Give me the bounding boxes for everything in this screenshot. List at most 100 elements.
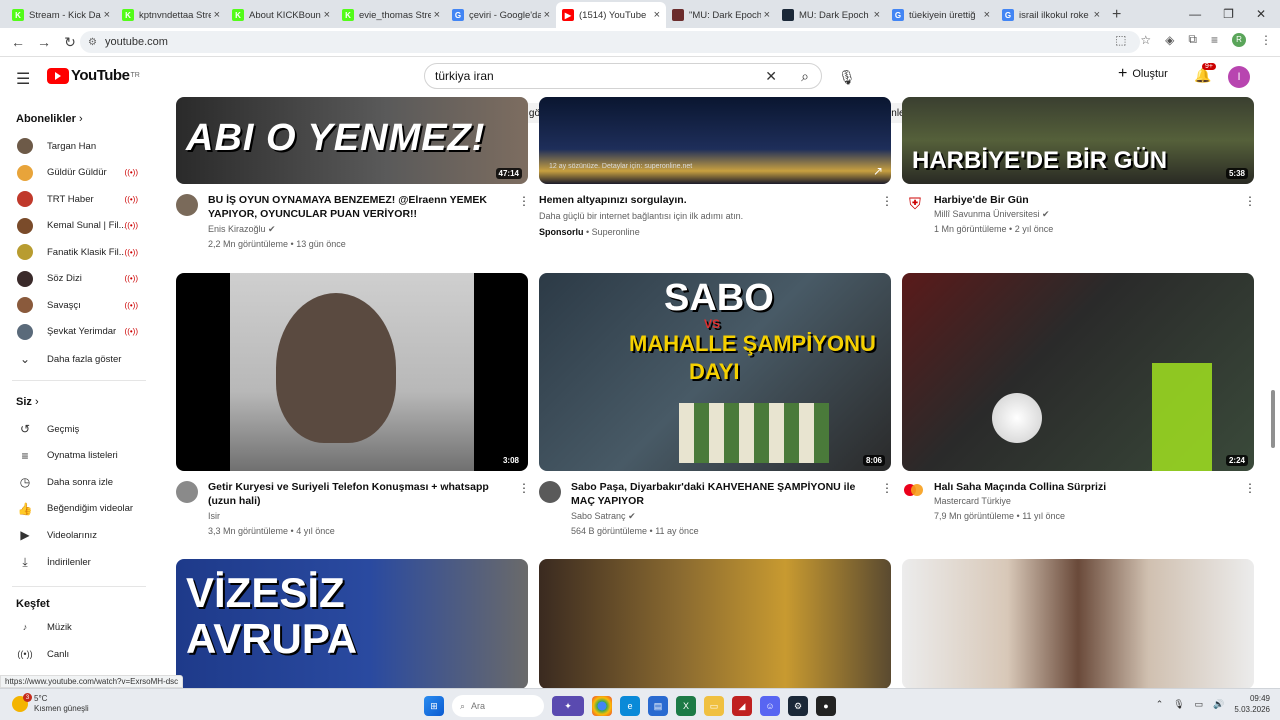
more-options-icon[interactable]: ⋮ [881, 194, 893, 208]
chrome-icon[interactable] [592, 696, 612, 716]
channel-avatar[interactable]: ⛨ [904, 194, 926, 216]
search-input[interactable]: türkiya iran ✕ ⌕ [424, 63, 822, 89]
reload-icon[interactable]: ↻ [58, 34, 82, 51]
browser-menu-icon[interactable]: ⋮ [1260, 33, 1272, 47]
browser-tab[interactable]: MU: Dark Epoch on× [776, 2, 886, 28]
clock[interactable]: 09:49 5.03.2026 [1234, 693, 1270, 715]
forward-icon[interactable]: → [32, 34, 56, 50]
more-options-icon[interactable]: ⋮ [518, 481, 530, 495]
mastercard-logo-icon[interactable] [904, 484, 924, 496]
sidebar-item-thumb-up[interactable]: 👍 Beğendiğim videolar [0, 496, 160, 522]
close-tab-icon[interactable]: × [434, 9, 440, 21]
close-tab-icon[interactable]: × [764, 9, 770, 21]
maximize-icon[interactable]: ❐ [1223, 7, 1234, 21]
back-icon[interactable]: ← [6, 34, 30, 50]
sidebar-item-subscription[interactable]: Güldür Güldür ((•)) [0, 160, 160, 186]
sidebar-item-live[interactable]: ((•)) Canlı [0, 641, 160, 667]
browser-tab[interactable]: Gtüekiyein ürettiğ × [886, 2, 996, 28]
channel-avatar[interactable] [176, 194, 198, 216]
search-icon[interactable]: ⌕ [801, 68, 809, 85]
sidebar-item-playlist[interactable]: ≡ Oynatma listeleri [0, 443, 160, 469]
sidebar-item-subscription[interactable]: Kemal Sunal | Fil... ((•)) [0, 213, 160, 239]
channel-avatar[interactable] [176, 481, 198, 503]
sidebar-item-subscription[interactable]: Fanatik Klasik Fil... ((•)) [0, 239, 160, 265]
video-title[interactable]: Halı Saha Maçında Collina Sürprizi [934, 480, 1234, 494]
new-tab-icon[interactable]: + [1112, 6, 1121, 24]
sidebar-item-subscription[interactable]: Targan Han [0, 133, 160, 159]
video-title[interactable]: BU İŞ OYUN OYNAMAYA BENZEMEZ! @Elraenn Y… [208, 193, 508, 221]
profile-icon[interactable]: R [1232, 32, 1246, 47]
youtube-logo[interactable]: YouTube TR [47, 67, 140, 84]
video-title[interactable]: Harbiye'de Bir Gün [934, 193, 1234, 207]
menu-icon[interactable]: ☰ [16, 69, 30, 89]
microphone-icon[interactable]: 🎙 [1173, 699, 1184, 710]
sidebar-item-subscription[interactable]: TRT Haber ((•)) [0, 186, 160, 212]
ad-thumbnail[interactable]: 12 ay sözünüze. Detaylar için: superonli… [539, 97, 891, 184]
channel-name[interactable]: Sabo Satranç ✔ [571, 511, 636, 522]
subscriptions-heading[interactable]: Abonelikler › [16, 113, 83, 125]
browser-tab[interactable]: K About KICKBounty × [226, 2, 336, 28]
sidebar-item-video[interactable]: ▶ Videolarınız [0, 522, 160, 548]
browser-tab[interactable]: Gisrail ilkokul roke × [996, 2, 1106, 28]
channel-name[interactable]: Mastercard Türkiye [934, 496, 1011, 506]
minimize-icon[interactable]: — [1189, 7, 1201, 21]
sidebar-item-music[interactable]: ♪ Müzik [0, 614, 160, 640]
video-thumbnail[interactable]: ABI O YENMEZ! 47:14 [176, 97, 528, 184]
browser-tab[interactable]: K Stream - Kick Da × [6, 2, 116, 28]
close-tab-icon[interactable]: × [544, 9, 550, 21]
browser-tab[interactable]: Kevie_thomas Stre × [336, 2, 446, 28]
folder-icon[interactable]: ▭ [704, 696, 724, 716]
widgets-icon[interactable]: ✦ [552, 696, 584, 716]
bookmark-star-icon[interactable]: ☆ [1140, 33, 1151, 47]
video-thumbnail[interactable] [902, 559, 1254, 689]
channel-name[interactable]: Isir [208, 511, 220, 521]
steam-icon[interactable]: ⚙ [788, 696, 808, 716]
notifications-button[interactable]: 🔔 9+ [1194, 63, 1216, 84]
more-options-icon[interactable]: ⋮ [518, 194, 530, 208]
video-thumbnail[interactable]: SABO VS MAHALLE ŞAMPİYONU DAYI 8:06 [539, 273, 891, 471]
video-thumbnail[interactable]: 3:08 [176, 273, 528, 471]
edge-icon[interactable]: e [620, 696, 640, 716]
more-options-icon[interactable]: ⋮ [881, 481, 893, 495]
video-title[interactable]: Sabo Paşa, Diyarbakır'daki KAHVEHANE ŞAM… [571, 480, 876, 508]
browser-tab[interactable]: ▶ (1514) YouTube × [556, 2, 666, 28]
volume-icon[interactable]: 🔊 [1213, 699, 1224, 710]
close-tab-icon[interactable]: × [984, 9, 990, 21]
weather-widget[interactable]: 3 5°C Kısmen güneşli [12, 693, 89, 714]
avatar[interactable]: I [1228, 66, 1250, 88]
url-field[interactable]: ⚙ youtube.com [80, 31, 1140, 53]
network-icon[interactable]: ▭ [1195, 699, 1204, 710]
tray-overflow-icon[interactable]: ⌃ [1156, 699, 1164, 710]
shield-icon[interactable]: ◈ [1165, 33, 1174, 47]
channel-name[interactable]: Millî Savunma Üniversitesi ✔ [934, 209, 1050, 220]
sidebar-item-subscription[interactable]: Savaşçı ((•)) [0, 292, 160, 318]
sidebar-item-subscription[interactable]: Söz Dizi ((•)) [0, 266, 160, 292]
close-tab-icon[interactable]: × [214, 9, 220, 21]
channel-name[interactable]: Enis Kirazoğlu ✔ [208, 224, 276, 235]
media-icon[interactable]: ≡ [1211, 33, 1218, 47]
scrollbar[interactable] [1271, 390, 1275, 448]
app-red-icon[interactable]: ◢ [732, 696, 752, 716]
you-heading[interactable]: Siz › [16, 396, 39, 408]
mic-icon[interactable]: 🎙 [838, 69, 856, 86]
store-icon[interactable]: ▤ [648, 696, 668, 716]
close-tab-icon[interactable]: × [874, 9, 880, 21]
show-more-button[interactable]: ⌄ Daha fazla göster [0, 346, 160, 372]
install-icon[interactable]: ⬚ [1115, 33, 1126, 47]
taskbar-search[interactable]: ⌕ Ara [452, 695, 544, 717]
ad-sponsor[interactable]: Sponsorlu • Superonline [539, 227, 640, 237]
site-info-icon[interactable]: ⚙ [88, 37, 97, 48]
close-window-icon[interactable]: ✕ [1256, 7, 1266, 21]
channel-avatar[interactable] [539, 481, 561, 503]
video-thumbnail[interactable]: 2:24 [902, 273, 1254, 471]
close-tab-icon[interactable]: × [104, 9, 110, 21]
app-dark-icon[interactable]: ● [816, 696, 836, 716]
ad-title[interactable]: Hemen altyapınızı sorgulayın. [539, 193, 859, 207]
browser-tab[interactable]: "MU: Dark Epoch" × [666, 2, 776, 28]
close-tab-icon[interactable]: × [1094, 9, 1100, 21]
browser-tab[interactable]: Kkptnvndettaa Stre × [116, 2, 226, 28]
browser-tab[interactable]: Gçeviri - Google'da × [446, 2, 556, 28]
clear-search-icon[interactable]: ✕ [765, 68, 777, 85]
video-thumbnail[interactable]: HARBİYE'DE BİR GÜN 5:38 [902, 97, 1254, 184]
excel-icon[interactable]: X [676, 696, 696, 716]
